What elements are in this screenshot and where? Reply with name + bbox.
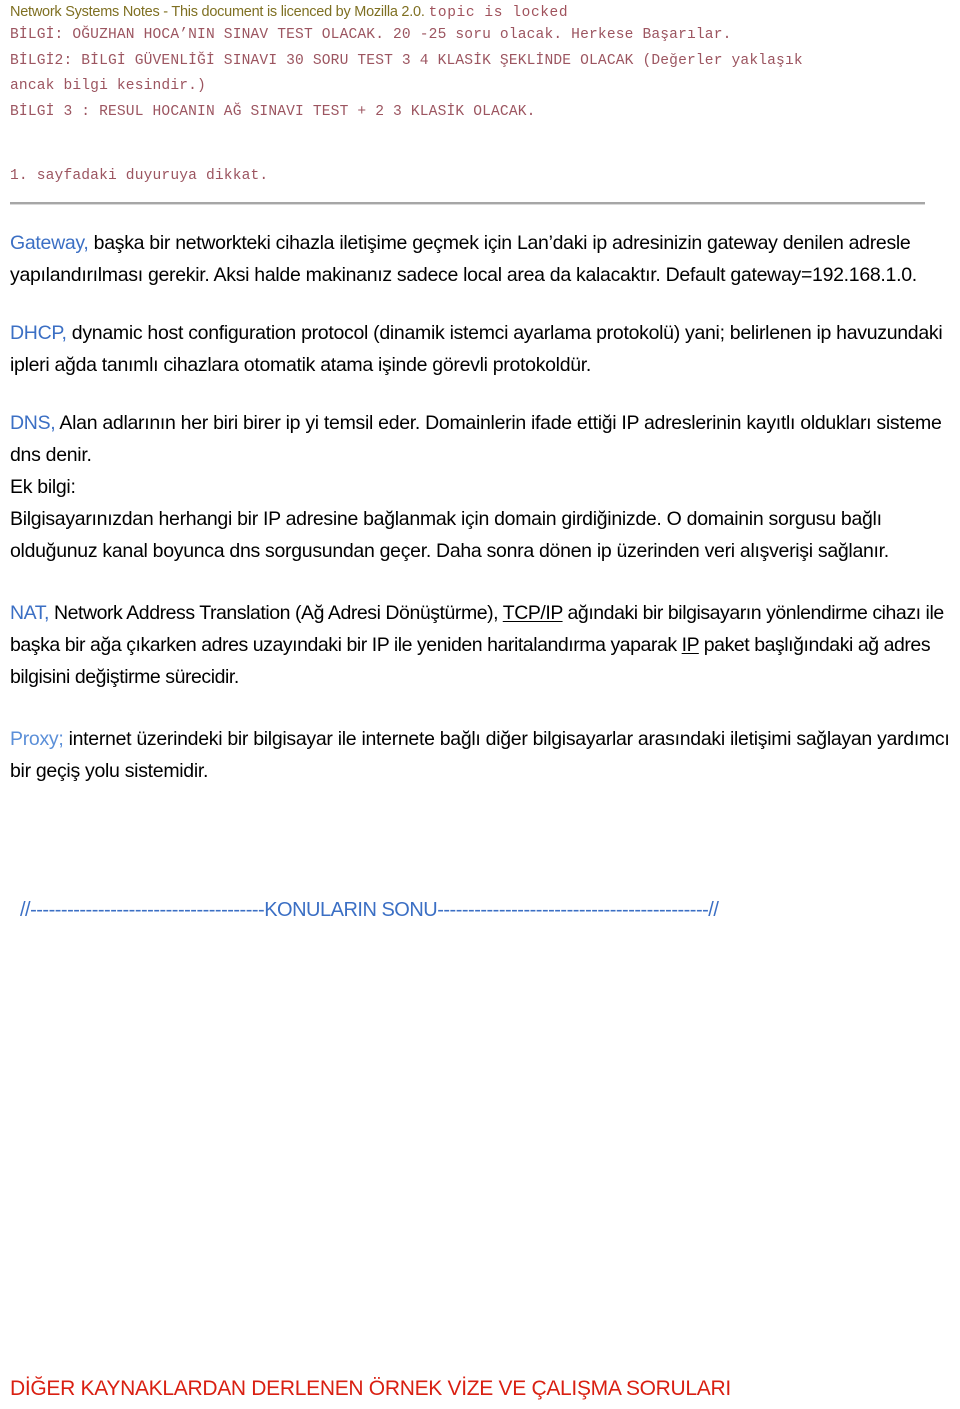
section-proxy: Proxy; internet üzerindeki bir bilgisaya…: [10, 723, 950, 787]
footer-banner: DİĞER KAYNAKLARDAN DERLENEN ÖRNEK VİZE V…: [10, 1377, 731, 1400]
dhcp-text: dynamic host configuration protocol (din…: [10, 322, 943, 376]
nat-keyword: NAT,: [10, 602, 50, 624]
dns-keyword: DNS,: [10, 412, 56, 434]
document-page: Network Systems Notes - This document is…: [0, 0, 960, 1409]
announcement-block: BİLGİ: OĞUZHAN HOCA’NIN SINAV TEST OLACA…: [0, 23, 960, 125]
nat-link-ip[interactable]: IP: [682, 634, 700, 656]
header-title-row: Network Systems Notes - This document is…: [10, 2, 950, 23]
announcement-note: 1. sayfadaki duyuruya dikkat.: [10, 168, 269, 184]
dns-text: Alan adlarının her biri birer ip yi tems…: [10, 412, 942, 466]
document-body: Gateway, başka bir networkteki cihazla i…: [0, 227, 960, 922]
topic-locked-status: topic is locked: [428, 5, 569, 21]
section-nat: NAT, Network Address Translation (Ağ Adr…: [10, 597, 950, 693]
gateway-keyword: Gateway,: [10, 232, 89, 254]
dns-extra-label: Ek bilgi:: [10, 476, 76, 498]
document-title: Network Systems Notes - This document is…: [10, 4, 425, 20]
nat-link-tcpip[interactable]: TCP/IP: [503, 602, 563, 624]
dns-extra-text: Bilgisayarınızdan herhangi bir IP adresi…: [10, 508, 889, 562]
gateway-text: başka bir networkteki cihazla iletişime …: [10, 232, 917, 286]
section-gateway: Gateway, başka bir networkteki cihazla i…: [10, 227, 950, 291]
document-header: Network Systems Notes - This document is…: [0, 0, 960, 23]
proxy-text: internet üzerindeki bir bilgisayar ile i…: [10, 728, 950, 782]
announcement-line: BİLGİ2: BİLGİ GÜVENLİĞİ SINAVI 30 SORU T…: [10, 52, 803, 69]
announcement-line: BİLGİ 3 : RESUL HOCANIN AĞ SINAVI TEST +…: [10, 103, 536, 120]
section-dns: DNS, Alan adlarının her biri birer ip yi…: [10, 407, 950, 471]
end-of-topics-banner: //--------------------------------------…: [20, 899, 719, 921]
nat-text-part-1: Network Address Translation (Ağ Adresi D…: [49, 602, 503, 624]
section-dhcp: DHCP, dynamic host configuration protoco…: [10, 317, 950, 381]
announcement-line: ancak bilgi kesindir.): [10, 78, 206, 94]
announcement-line: BİLGİ: OĞUZHAN HOCA’NIN SINAV TEST OLACA…: [10, 27, 732, 43]
proxy-keyword: Proxy;: [10, 728, 64, 750]
dhcp-keyword: DHCP,: [10, 322, 67, 344]
